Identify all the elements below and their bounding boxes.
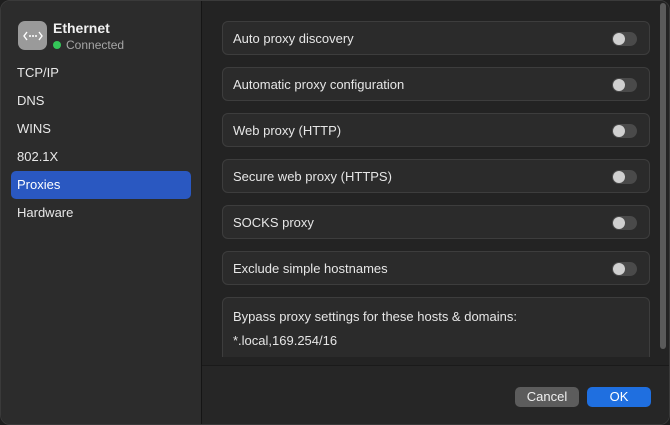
- row-label: Auto proxy discovery: [233, 31, 354, 46]
- sidebar-item-dns[interactable]: DNS: [11, 87, 191, 115]
- toggle-knob: [613, 217, 625, 229]
- auto-proxy-discovery-toggle[interactable]: [612, 32, 637, 46]
- proxy-settings-list: Auto proxy discovery Automatic proxy con…: [202, 1, 669, 365]
- sidebar-item-proxies[interactable]: Proxies: [11, 171, 191, 199]
- socks-proxy-row: SOCKS proxy: [222, 205, 650, 239]
- toggle-knob: [613, 171, 625, 183]
- secure-web-proxy-https-row: Secure web proxy (HTTPS): [222, 159, 650, 193]
- status-dot-icon: [53, 41, 61, 49]
- exclude-simple-hostnames-toggle[interactable]: [612, 262, 637, 276]
- interface-status: Connected: [53, 38, 124, 52]
- sidebar-nav: TCP/IP DNS WINS 802.1X Proxies Hardware: [11, 59, 191, 227]
- interface-status-text: Connected: [66, 38, 125, 52]
- network-icon: [18, 21, 47, 50]
- interface-name: Ethernet: [53, 20, 110, 36]
- row-label: Web proxy (HTTP): [233, 123, 342, 138]
- row-label: Exclude simple hostnames: [233, 261, 388, 276]
- sidebar-item-wins[interactable]: WINS: [11, 115, 191, 143]
- cancel-button[interactable]: Cancel: [515, 387, 579, 407]
- row-label: Automatic proxy configuration: [233, 77, 405, 92]
- bypass-proxy-field[interactable]: *.local,169.254/16: [233, 333, 337, 348]
- main-panel: Auto proxy discovery Automatic proxy con…: [202, 1, 669, 424]
- exclude-simple-hostnames-row: Exclude simple hostnames: [222, 251, 650, 285]
- sidebar-item-8021x[interactable]: 802.1X: [11, 143, 191, 171]
- row-label: Secure web proxy (HTTPS): [233, 169, 392, 184]
- secure-web-proxy-https-toggle[interactable]: [612, 170, 637, 184]
- toggle-knob: [613, 125, 625, 137]
- web-proxy-http-toggle[interactable]: [612, 124, 637, 138]
- automatic-proxy-configuration-row: Automatic proxy configuration: [222, 67, 650, 101]
- scrollbar-thumb[interactable]: [660, 3, 666, 349]
- sidebar-item-hardware[interactable]: Hardware: [11, 199, 191, 227]
- row-label: SOCKS proxy: [233, 215, 314, 230]
- toggle-knob: [613, 263, 625, 275]
- ok-button[interactable]: OK: [587, 387, 651, 407]
- proxy-settings-window: Ethernet Connected TCP/IP DNS WINS 802.1…: [0, 0, 670, 425]
- interface-header: Ethernet Connected: [18, 20, 198, 52]
- automatic-proxy-configuration-toggle[interactable]: [612, 78, 637, 92]
- bypass-proxy-section: Bypass proxy settings for these hosts & …: [222, 297, 650, 357]
- web-proxy-http-row: Web proxy (HTTP): [222, 113, 650, 147]
- toggle-knob: [613, 33, 625, 45]
- scrollbar[interactable]: [660, 1, 668, 351]
- dialog-footer: Cancel OK: [202, 365, 669, 424]
- toggle-knob: [613, 79, 625, 91]
- sidebar-item-tcpip[interactable]: TCP/IP: [11, 59, 191, 87]
- sidebar: Ethernet Connected TCP/IP DNS WINS 802.1…: [1, 1, 202, 424]
- auto-proxy-discovery-row: Auto proxy discovery: [222, 21, 650, 55]
- socks-proxy-toggle[interactable]: [612, 216, 637, 230]
- bypass-proxy-label: Bypass proxy settings for these hosts & …: [233, 309, 517, 324]
